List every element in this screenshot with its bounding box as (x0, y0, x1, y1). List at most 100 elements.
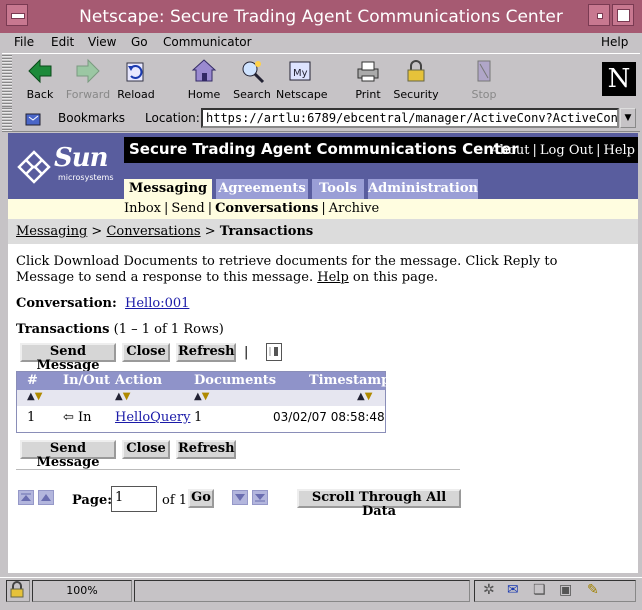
zoom-status: 100% (32, 580, 132, 602)
subnav-conversations[interactable]: Conversations (215, 201, 318, 216)
scroll-all-data-button[interactable]: Scroll Through All Data (297, 489, 461, 519)
refresh-button[interactable]: Refresh (176, 343, 236, 362)
tab-agreements[interactable]: Agreements (216, 179, 308, 199)
composer-icon[interactable]: ▣ (559, 582, 572, 598)
tab-administration[interactable]: Administration (368, 179, 478, 199)
sort-up-icon: ▲ (27, 391, 35, 402)
print-button[interactable]: Print (344, 56, 392, 106)
cell-documents: 1 (194, 410, 203, 425)
reload-button[interactable]: Reload (112, 56, 160, 106)
security-button[interactable]: Security (392, 56, 440, 106)
mail-icon[interactable]: ✉ (507, 582, 519, 598)
breadcrumb-messaging[interactable]: Messaging (16, 224, 87, 239)
home-button[interactable]: Home (180, 56, 228, 106)
page-number-input[interactable]: 1 (111, 486, 157, 512)
about-link[interactable]: About (490, 143, 529, 158)
send-message-button[interactable]: Send Message (20, 343, 116, 373)
lock-status-icon (10, 581, 24, 598)
next-page-button[interactable] (232, 490, 248, 505)
divider (16, 469, 460, 470)
last-page-button[interactable] (252, 490, 268, 505)
menu-communicator[interactable]: Communicator (163, 35, 252, 49)
cell-timestamp: 03/02/07 08:58:48 (273, 410, 385, 424)
minimize-button[interactable] (588, 4, 610, 26)
location-bar: Bookmarks Location: https://artlu:6789/e… (2, 107, 640, 132)
column-header-inout: In/Out (63, 373, 111, 388)
previous-page-button[interactable] (38, 490, 54, 505)
sun-logo-subtext: microsystems (58, 173, 114, 182)
tab-messaging[interactable]: Messaging (124, 179, 212, 199)
page-label: Page: (72, 493, 113, 508)
sort-number-icons[interactable]: ▲▼ (27, 391, 42, 402)
menu-view[interactable]: View (88, 35, 116, 49)
locationbar-grip[interactable] (2, 107, 12, 131)
sort-down-icon: ▼ (122, 391, 131, 402)
netscape-logo[interactable]: N (602, 62, 636, 96)
activity-icon[interactable]: ✲ (483, 582, 495, 598)
search-icon (242, 61, 265, 84)
conversation-link[interactable]: Hello:001 (125, 296, 189, 311)
sort-down-icon: ▼ (364, 391, 373, 402)
sort-documents-icons[interactable]: ▲▼ (194, 391, 209, 402)
instructions-text: Click Download Documents to retrieve doc… (16, 254, 558, 285)
breadcrumb-conversations[interactable]: Conversations (106, 224, 200, 239)
discussions-icon[interactable]: ❏ (533, 582, 546, 598)
previous-page-icon (41, 494, 51, 501)
sort-timestamp-icons[interactable]: ▲▼ (357, 391, 372, 402)
sort-action-icons[interactable]: ▲▼ (115, 391, 130, 402)
page-total: of 1 (162, 493, 188, 508)
close-button-bottom[interactable]: Close (122, 440, 170, 459)
maximize-button[interactable] (612, 4, 634, 26)
toolbar-grip[interactable] (2, 54, 12, 108)
tab-tools[interactable]: Tools (312, 179, 364, 199)
column-header-action: Action (115, 373, 163, 388)
help-link[interactable]: Help (603, 143, 635, 158)
menu-file[interactable]: File (14, 35, 34, 49)
breadcrumb-separator: > (204, 224, 216, 239)
first-page-button[interactable] (18, 490, 34, 505)
reload-icon (126, 62, 144, 82)
url-dropdown-button[interactable]: ▼ (620, 108, 636, 128)
forward-button[interactable]: Forward (64, 56, 112, 106)
column-header-number: # (27, 373, 38, 388)
back-arrow-icon (28, 58, 52, 84)
sun-logo-icon (17, 150, 51, 184)
incoming-arrow-icon: ⇦ (63, 410, 74, 425)
bookmarks-button[interactable]: Bookmarks (58, 111, 125, 125)
send-message-button-bottom[interactable]: Send Message (20, 440, 116, 470)
search-button[interactable]: Search (228, 56, 276, 106)
instructions-help-link[interactable]: Help (317, 270, 349, 285)
edit-icon[interactable]: ✎ (587, 582, 599, 598)
stop-button[interactable]: Stop (460, 56, 508, 106)
subnav-inbox[interactable]: Inbox (124, 201, 161, 216)
logout-link[interactable]: Log Out (540, 143, 593, 158)
breadcrumb-separator: > (91, 224, 103, 239)
header-link-separator: | (596, 143, 601, 158)
netscape-button[interactable]: My Netscape (276, 56, 328, 106)
menu-bar: File Edit View Go Communicator Help (0, 33, 642, 53)
subnav-archive[interactable]: Archive (329, 201, 379, 216)
sort-up-icon: ▲ (357, 391, 365, 402)
menu-help[interactable]: Help (601, 35, 628, 49)
app-title-bar: Secure Trading Agent Communications Cent… (124, 137, 638, 163)
lock-icon (407, 60, 425, 82)
close-button[interactable]: Close (122, 343, 170, 362)
header-links: About | Log Out | Help (490, 143, 635, 158)
sort-up-icon: ▲ (194, 391, 202, 402)
menu-go[interactable]: Go (131, 35, 148, 49)
refresh-button-bottom[interactable]: Refresh (176, 440, 236, 459)
menu-edit[interactable]: Edit (51, 35, 74, 49)
url-input[interactable]: https://artlu:6789/ebcentral/manager/Act… (201, 108, 619, 128)
bookmarks-icon (25, 113, 41, 126)
export-icon[interactable] (266, 343, 282, 361)
conversation-label: Conversation: (16, 296, 117, 311)
go-button[interactable]: Go (188, 489, 214, 508)
sort-down-icon: ▼ (201, 391, 210, 402)
sub-navigation: Inbox | Send | Conversations | Archive (8, 199, 638, 219)
back-button[interactable]: Back (16, 56, 64, 106)
home-icon (191, 59, 217, 82)
subnav-send[interactable]: Send (171, 201, 204, 216)
sun-logo-text: Sun (54, 143, 109, 173)
cell-action-link[interactable]: HelloQuery (115, 410, 190, 425)
security-status[interactable] (6, 580, 30, 602)
